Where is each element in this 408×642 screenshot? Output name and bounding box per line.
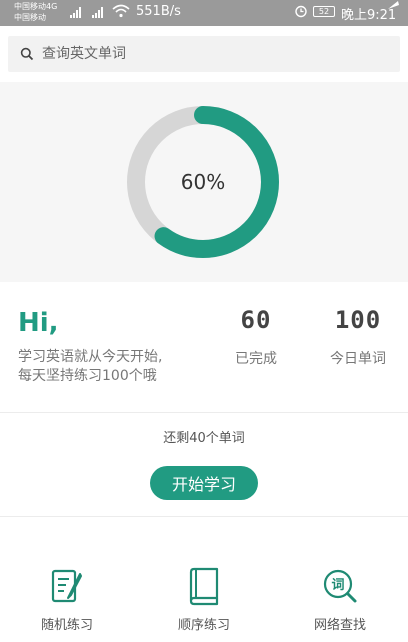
tagline-line-1: 学习英语就从今天开始, — [18, 349, 163, 365]
today-count: 100 — [334, 306, 382, 334]
completed-stat: 60 已完成 — [211, 306, 301, 368]
progress-percent: 60% — [180, 170, 226, 194]
battery-icon: 52 — [313, 6, 335, 17]
remaining-words: 还剩40个单词 — [163, 431, 245, 446]
net-speed: 551B/s — [136, 4, 181, 19]
nav-sequential-label: 顺序练习 — [177, 618, 230, 633]
today-stat: 100 今日单词 — [313, 306, 403, 368]
status-bar: 中国移动4G 中国移动 551B/s 52 晚上9:21 — [0, 0, 408, 26]
book-icon — [189, 567, 219, 606]
nav-web-search[interactable]: 词 网络查找 — [290, 566, 390, 633]
wifi-icon — [112, 4, 130, 18]
svg-text:词: 词 — [331, 578, 344, 593]
carrier-primary: 中国移动4G — [14, 2, 58, 11]
bottom-nav: 随机练习 顺序练习 词 网络查找 — [0, 560, 408, 642]
search-icon — [20, 47, 34, 61]
nav-sequential-practice[interactable]: 顺序练习 — [154, 566, 254, 633]
nav-random-practice[interactable]: 随机练习 — [17, 566, 117, 633]
search-input[interactable] — [42, 36, 382, 72]
nav-web-label: 网络查找 — [313, 618, 366, 633]
carrier-secondary: 中国移动 — [14, 13, 46, 22]
carrier-info: 中国移动4G 中国移动 — [14, 1, 57, 23]
signal-secondary-icon — [92, 6, 103, 18]
divider — [0, 516, 408, 517]
note-pencil-icon — [51, 569, 82, 603]
nav-random-label: 随机练习 — [40, 618, 93, 633]
alarm-icon — [295, 5, 307, 18]
search-bar — [0, 26, 408, 82]
stats-section: Hi, 学习英语就从今天开始, 每天坚持练习100个哦 60 已完成 100 今… — [0, 282, 408, 412]
signal-icon — [70, 6, 81, 18]
search-box[interactable] — [8, 36, 400, 72]
word-search-icon: 词 — [323, 569, 357, 603]
overlay-icon — [388, 1, 399, 9]
completed-count: 60 — [240, 306, 272, 334]
greeting-title: Hi, — [18, 308, 59, 338]
greeting-tagline: 学习英语就从今天开始, 每天坚持练习100个哦 — [18, 348, 208, 386]
divider — [0, 412, 408, 413]
start-learning-button[interactable]: 开始学习 — [150, 466, 258, 500]
completed-label: 已完成 — [235, 351, 277, 367]
today-label: 今日单词 — [330, 351, 386, 367]
progress-section: 60% — [0, 82, 408, 282]
tagline-line-2: 每天坚持练习100个哦 — [18, 368, 157, 384]
